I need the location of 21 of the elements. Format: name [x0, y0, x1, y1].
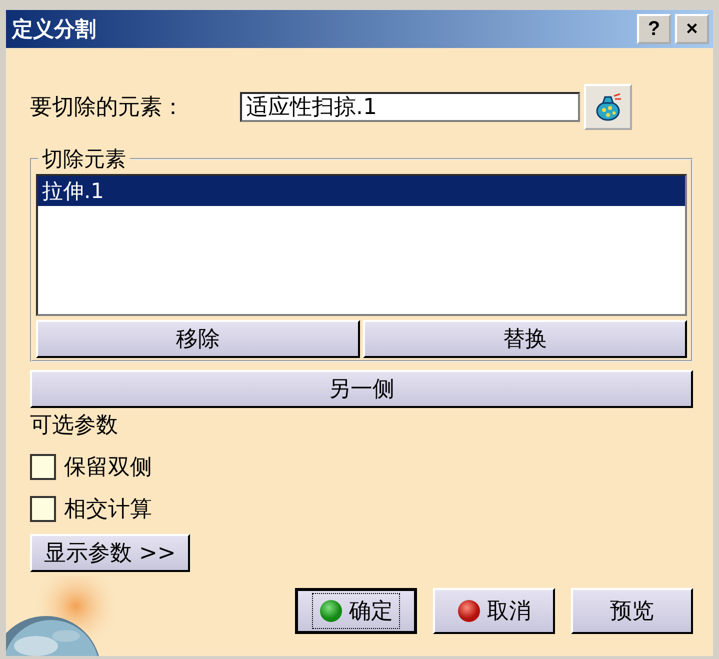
list-item[interactable]: 拉伸.1	[38, 176, 685, 206]
input-field[interactable]: 适应性扫掠.1	[240, 92, 580, 122]
other-side-button[interactable]: 另一侧	[30, 370, 693, 408]
select-button[interactable]	[584, 84, 632, 130]
window-title: 定义分割	[12, 16, 96, 43]
checkbox-label: 保留双侧	[64, 454, 152, 482]
show-parameters-button[interactable]: 显示参数 >>	[30, 534, 190, 572]
replace-button[interactable]: 替换	[363, 320, 687, 358]
ball-icon	[319, 599, 343, 623]
ok-button[interactable]: 确定	[295, 588, 417, 634]
checkbox[interactable]	[30, 496, 56, 522]
preview-button[interactable]: 预览	[571, 588, 693, 634]
checkbox[interactable]	[30, 454, 56, 480]
cancel-button[interactable]: 取消	[433, 588, 555, 634]
checkbox-label: 相交计算	[64, 496, 152, 524]
ball-icon	[457, 599, 481, 623]
section-heading: 可选参数	[30, 412, 119, 440]
close-button[interactable]: ×	[675, 14, 709, 44]
remove-button[interactable]: 移除	[36, 320, 360, 358]
help-button[interactable]: ?	[637, 14, 671, 44]
field-label: 要切除的元素：	[30, 94, 185, 122]
